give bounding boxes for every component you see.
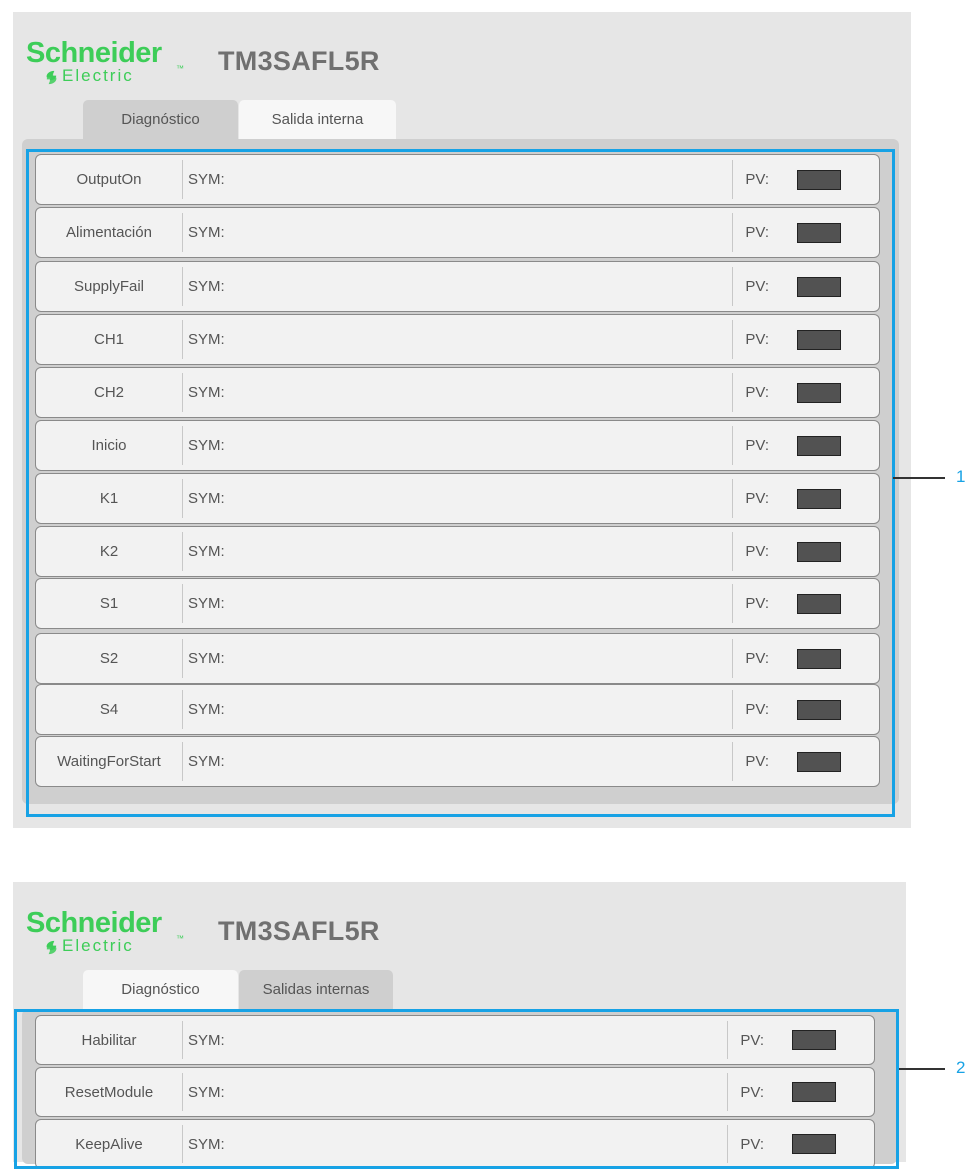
callout-leader-1: [893, 477, 945, 479]
tab-salidas-internas[interactable]: Salidas internas: [239, 970, 393, 1009]
schneider-electric-mark-icon: [46, 940, 57, 955]
panel-header: Schneider Electric ™ TM3SAFL5R: [13, 12, 911, 98]
schneider-electric-mark-icon: [46, 70, 57, 85]
callout-leader-2: [899, 1068, 945, 1070]
tab-diagnostico[interactable]: Diagnóstico: [83, 100, 238, 139]
model-title: TM3SAFL5R: [218, 46, 380, 76]
panel-header: Schneider Electric ™ TM3SAFL5R: [13, 882, 906, 968]
highlight-box-2: [14, 1009, 899, 1169]
tab-diagnostico[interactable]: Diagnóstico: [83, 970, 238, 1009]
model-title: TM3SAFL5R: [218, 916, 380, 946]
schneider-electric-logo: Schneider Electric ™: [26, 907, 184, 955]
highlight-box-1: [26, 149, 895, 817]
schneider-electric-logo: Schneider Electric ™: [26, 37, 184, 85]
callout-number-1: 1: [956, 467, 966, 486]
callout-number-2: 2: [956, 1058, 966, 1077]
tab-salida-interna[interactable]: Salida interna: [239, 100, 396, 139]
